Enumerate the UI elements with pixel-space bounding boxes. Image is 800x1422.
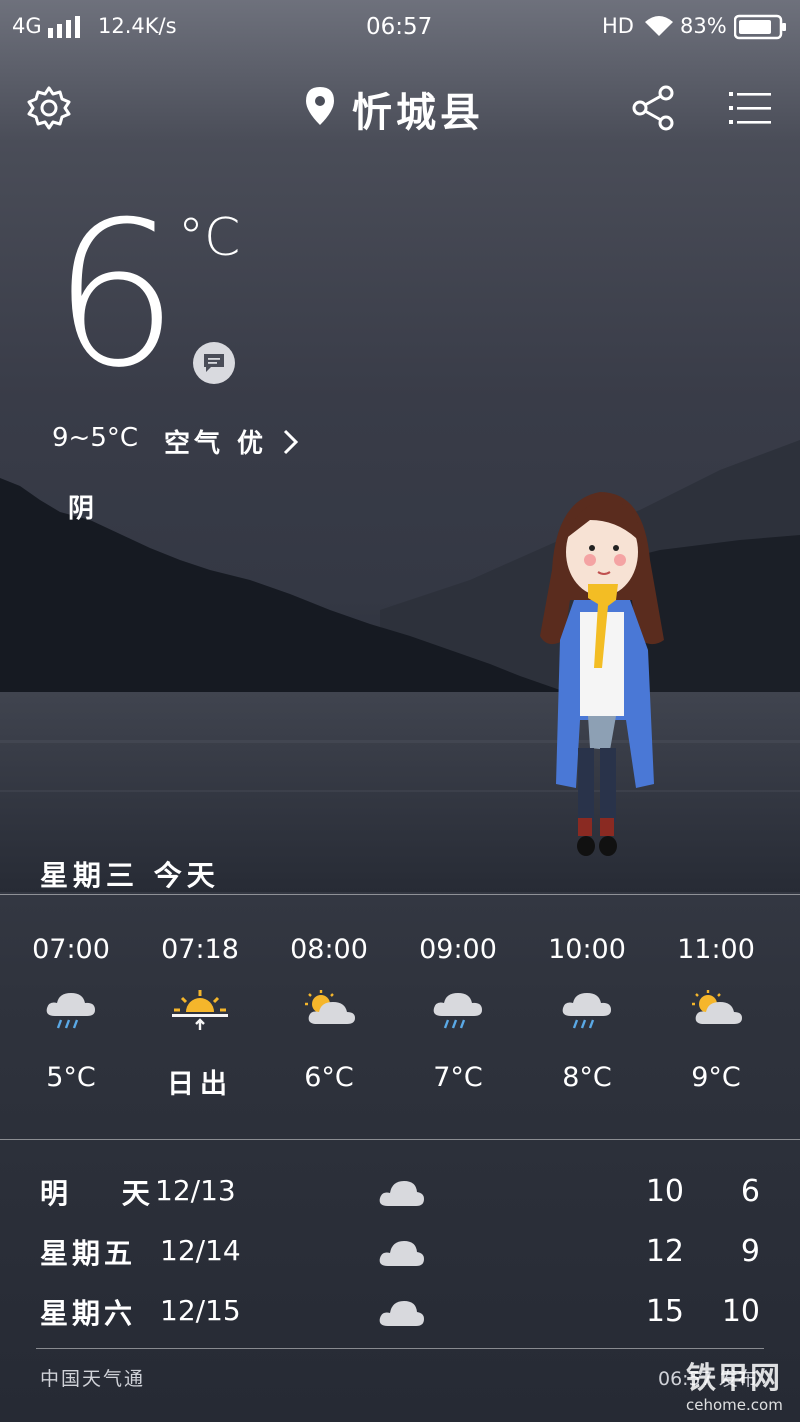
share-icon[interactable] (625, 80, 681, 136)
hour-temp: 6°C (304, 1062, 354, 1093)
low-temp: 10 (721, 1294, 760, 1329)
data-source: 中国天气通 (40, 1368, 146, 1390)
hour-temp: 8°C (562, 1062, 612, 1093)
low-temp: 6 (740, 1174, 760, 1209)
hour-time: 10:00 (548, 934, 626, 965)
daily-row[interactable]: 星期五 12/14 12 9 (0, 1224, 800, 1274)
rain-icon (559, 988, 615, 1032)
battery-percent: 83% (680, 14, 727, 38)
hour-time: 07:18 (161, 934, 239, 965)
high-temp: 12 (645, 1234, 684, 1269)
high-temp: 15 (645, 1294, 684, 1329)
daily-row[interactable]: 明 天 12/13 10 6 (0, 1164, 800, 1214)
location-pin-icon[interactable] (292, 78, 348, 134)
day-name: 明 天 (40, 1177, 172, 1210)
chevron-right-icon[interactable] (282, 428, 300, 460)
menu-icon[interactable] (722, 80, 778, 136)
day-date: 12/14 (160, 1234, 241, 1267)
temperature-unit: °C (178, 208, 241, 268)
day-date: 12/13 (155, 1174, 236, 1207)
day-name: 星期五 (40, 1237, 137, 1270)
hour-time: 08:00 (290, 934, 368, 965)
network-type: 4G (12, 14, 42, 38)
watermark-url: cehome.com (686, 1396, 783, 1414)
rain-icon (430, 988, 486, 1032)
wifi-icon (644, 14, 674, 43)
divider (0, 894, 800, 895)
divider (0, 1139, 800, 1140)
high-temp: 10 (645, 1174, 684, 1209)
divider (36, 1348, 764, 1349)
cloud-icon (378, 1178, 424, 1208)
today-label: 星期三 今天 (40, 859, 220, 892)
weather-condition: 阴 (68, 494, 95, 524)
watermark-title: 铁甲网 (686, 1361, 782, 1396)
hour-temp: 日出 (167, 1069, 233, 1100)
cloud-icon (378, 1298, 424, 1328)
hour-temp: 5°C (46, 1062, 96, 1093)
signal-icon (48, 16, 82, 43)
hd-label: HD (602, 14, 634, 38)
air-quality-link[interactable]: 空气 优 (164, 423, 267, 460)
network-speed: 12.4K/s (98, 14, 177, 38)
cloud-icon (378, 1238, 424, 1268)
rain-icon (43, 988, 99, 1032)
daily-row[interactable]: 星期六 12/15 15 10 (0, 1284, 800, 1334)
hour-time: 11:00 (677, 934, 755, 965)
temperature-range: 9~5°C (52, 423, 139, 453)
hour-temp: 7°C (433, 1062, 483, 1093)
low-temp: 9 (740, 1234, 760, 1269)
hour-temp: 9°C (691, 1062, 741, 1093)
partly-cloudy-icon (301, 988, 357, 1032)
current-temperature: 6 (52, 179, 179, 412)
top-bar: 忻城县 (0, 74, 800, 144)
day-name: 星期六 (40, 1297, 137, 1330)
message-icon[interactable] (193, 342, 235, 384)
day-date: 12/15 (160, 1294, 241, 1327)
status-bar: 4G 12.4K/s 06:57 HD 83% (0, 0, 800, 54)
partly-cloudy-icon (688, 988, 744, 1032)
settings-icon[interactable] (21, 80, 77, 136)
city-name[interactable]: 忻城县 (352, 80, 484, 138)
watermark-logo: 铁甲网 cehome.com (686, 1362, 794, 1418)
sunrise-icon (172, 988, 228, 1032)
battery-icon (733, 14, 788, 45)
hour-time: 09:00 (419, 934, 497, 965)
hour-time: 07:00 (32, 934, 110, 965)
clock: 06:57 (366, 14, 433, 40)
